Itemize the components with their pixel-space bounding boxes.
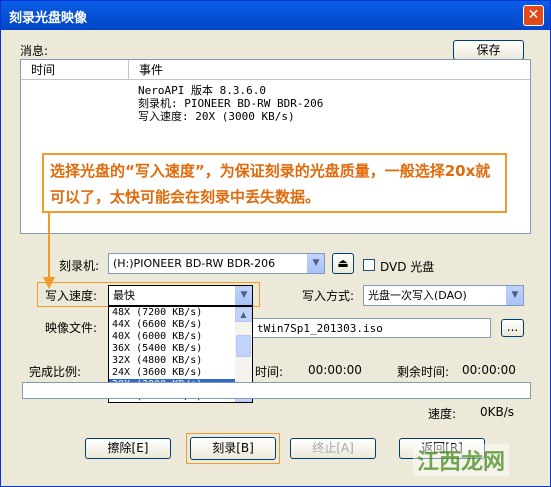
column-header-time[interactable]: 时间 xyxy=(21,60,129,80)
eject-button[interactable]: ⏏ xyxy=(332,253,354,274)
speed-readout-value: 0KB/s xyxy=(480,405,515,419)
speed-value: 最快 xyxy=(113,289,135,302)
chevron-down-icon[interactable]: ▼ xyxy=(506,286,523,305)
eject-icon: ⏏ xyxy=(337,256,349,270)
speed-select[interactable]: 最快 ▼ xyxy=(108,285,253,306)
speed-label: 写入速度: xyxy=(45,289,98,303)
image-file-value: tWin7Sp1_201303.iso xyxy=(257,322,383,335)
image-file-field[interactable]: tWin7Sp1_201303.iso xyxy=(253,318,491,338)
message-line: NeroAPI 版本 8.3.6.0 xyxy=(138,84,266,97)
image-file-label: 映像文件: xyxy=(45,321,98,335)
recorder-label: 刻录机: xyxy=(59,259,100,273)
erase-button[interactable]: 擦除[E] xyxy=(85,438,171,459)
message-line: 写入速度: 20X (3000 KB/s) xyxy=(138,110,295,123)
remaining-label: 剩余时间: xyxy=(397,365,450,379)
burn-image-dialog: 刻录光盘映像 ✕ 消息: 保存 时间 事件 NeroAPI 版本 8.3.6.0… xyxy=(0,0,551,487)
chevron-down-icon[interactable]: ▼ xyxy=(307,254,324,273)
recorder-select[interactable]: (H:)PIONEER BD-RW BDR-206 ▼ xyxy=(108,253,325,274)
annotation-callout: 选择光盘的“写入速度”，为保证刻录的光盘质量，一般选择20x就可以了，太快可能会… xyxy=(42,153,507,213)
elapsed-value: 00:00:00 xyxy=(308,363,362,377)
remaining-value: 00:00:00 xyxy=(462,363,516,377)
dvd-checkbox[interactable] xyxy=(363,259,375,271)
title-bar[interactable]: 刻录光盘映像 ✕ xyxy=(1,1,550,30)
speed-option[interactable]: 24X (3600 KB/s) xyxy=(109,367,252,379)
completion-label: 完成比例: xyxy=(29,365,82,379)
close-icon: ✕ xyxy=(527,7,540,23)
scroll-thumb[interactable] xyxy=(236,335,251,357)
annotation-arrow xyxy=(43,213,55,289)
burn-button[interactable]: 刻录[B] xyxy=(190,437,276,460)
speed-option[interactable]: 48X (7200 KB/s) xyxy=(109,307,252,319)
write-mode-value: 光盘一次写入(DAO) xyxy=(368,289,467,302)
speed-readout-label: 速度: xyxy=(428,407,457,421)
stop-button[interactable]: 终止[A] xyxy=(290,438,376,459)
speed-option[interactable]: 40X (6000 KB/s) xyxy=(109,331,252,343)
column-header-event[interactable]: 事件 xyxy=(129,60,530,80)
speed-option[interactable]: 44X (6600 KB/s) xyxy=(109,319,252,331)
close-button[interactable]: ✕ xyxy=(523,5,544,26)
message-line: 刻录机: PIONEER BD-RW BDR-206 xyxy=(138,97,324,110)
write-mode-select[interactable]: 光盘一次写入(DAO) ▼ xyxy=(363,285,524,306)
messages-label: 消息: xyxy=(20,44,49,58)
window-title: 刻录光盘映像 xyxy=(9,11,88,26)
recorder-value: (H:)PIONEER BD-RW BDR-206 xyxy=(113,257,276,270)
progress-bar xyxy=(22,382,531,399)
scroll-up-icon[interactable]: ▲ xyxy=(235,307,252,322)
elapsed-label: 时间: xyxy=(255,365,284,379)
speed-option[interactable]: 36X (5400 KB/s) xyxy=(109,343,252,355)
speed-option[interactable]: 32X (4800 KB/s) xyxy=(109,355,252,367)
chevron-down-icon[interactable]: ▼ xyxy=(235,286,252,305)
browse-button[interactable]: ... xyxy=(501,319,524,337)
write-mode-label: 写入方式: xyxy=(302,289,355,303)
watermark: 江西龙网 xyxy=(413,444,510,476)
dvd-label: DVD 光盘 xyxy=(380,260,435,274)
save-button[interactable]: 保存 xyxy=(453,40,524,60)
